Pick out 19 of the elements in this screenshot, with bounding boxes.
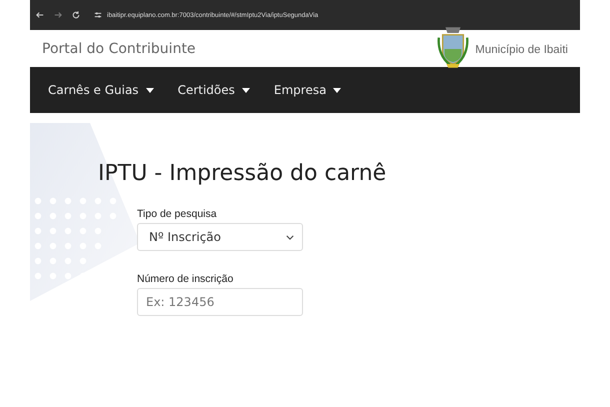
site-settings-icon[interactable]	[94, 11, 102, 19]
field-label: Tipo de pesquisa	[137, 208, 218, 220]
reload-icon[interactable]	[72, 11, 80, 19]
caret-icon	[146, 88, 154, 92]
forward-icon[interactable]	[54, 11, 62, 19]
caret-icon	[242, 88, 250, 92]
back-icon[interactable]	[36, 11, 44, 19]
caret-icon	[333, 88, 342, 92]
registration-number-field[interactable]: Ex: 123456	[137, 288, 303, 316]
page-title: IPTU - Impressão do carnê	[97, 160, 388, 186]
nav-menu-item[interactable]: Carnês e Guias	[48, 83, 154, 97]
coat-of-arms-icon	[437, 26, 470, 70]
municipality-name: Município de Ibaiti	[475, 44, 568, 56]
nav-menu-item[interactable]: Certidões	[178, 83, 250, 97]
search-type-dropdown[interactable]: Nº Inscrição	[137, 223, 303, 251]
chevron-down-icon	[286, 234, 294, 240]
nav-menu-item[interactable]: Empresa	[274, 83, 342, 97]
portal-title: Portal do Contribuinte	[42, 40, 196, 56]
field-label: Número de inscrição	[137, 273, 234, 285]
